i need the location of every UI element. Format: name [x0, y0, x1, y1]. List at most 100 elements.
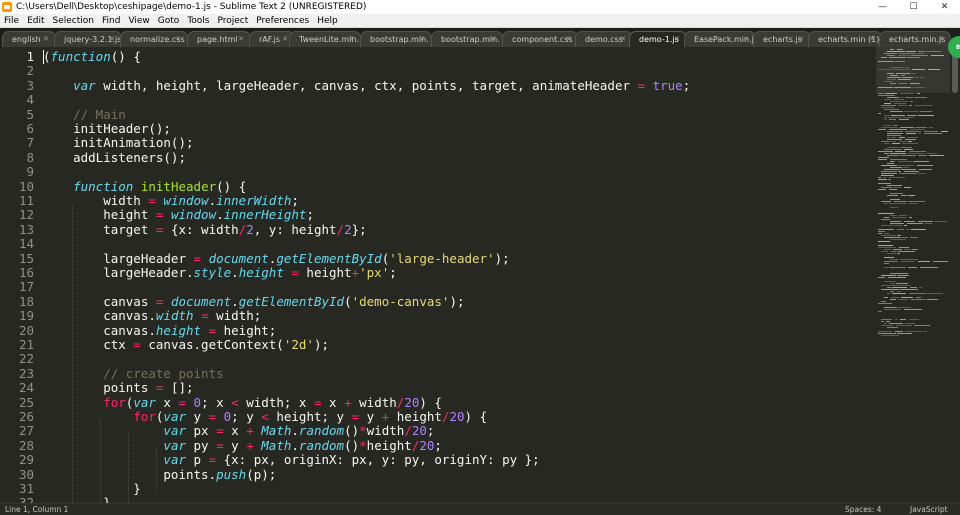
minimap-stroke [884, 81, 893, 82]
close-tab-icon[interactable]: ✕ [282, 35, 288, 44]
tab-echarts-min-1[interactable]: echarts.min (1) ✕ [808, 31, 882, 47]
minimap-stroke [898, 161, 912, 162]
minimap-stroke [893, 125, 898, 126]
vertical-scrollbar[interactable] [950, 47, 960, 503]
menu-tools[interactable]: Tools [183, 14, 213, 28]
minimap-stroke [897, 275, 909, 276]
close-tab-icon[interactable]: ✕ [938, 35, 944, 44]
code-token: height [238, 265, 284, 280]
tab-tweenlite[interactable]: TweenLite.min. ✕ [289, 31, 361, 47]
minimap-stroke [887, 155, 899, 156]
close-tab-icon[interactable]: ✕ [419, 35, 425, 44]
menu-selection[interactable]: Selection [49, 14, 98, 28]
tab-normalize[interactable]: normalize.css ✕ [120, 31, 188, 47]
close-tab-icon[interactable]: ✕ [620, 35, 626, 44]
tab-easepack[interactable]: EasePack.min.j ✕ [684, 31, 756, 47]
menu-find[interactable]: Find [98, 14, 124, 28]
code-line: var py = y + Math.random()*height/20; [43, 438, 442, 453]
scrollbar-thumb[interactable] [952, 53, 958, 93]
code-token: function [50, 49, 111, 64]
close-tab-icon[interactable]: ✕ [348, 35, 354, 44]
code-token: width, height, largeHeader, canvas, ctx,… [95, 77, 638, 93]
close-tab-icon[interactable]: ✕ [43, 35, 49, 44]
minimap-stroke [927, 293, 943, 294]
close-tab-icon[interactable]: ✕ [565, 35, 571, 44]
minimap-stroke [914, 97, 927, 98]
minimap-stroke [884, 109, 899, 110]
line-number: 25 [18, 394, 34, 410]
minimap-stroke [878, 179, 887, 180]
minimap-stroke [904, 309, 922, 310]
minimap-stroke [881, 235, 896, 236]
minimap-stroke [900, 97, 904, 98]
close-tab-icon[interactable]: ✕ [175, 35, 181, 44]
menu-file[interactable]: File [0, 14, 23, 28]
minimap-stroke [899, 173, 917, 174]
code-view[interactable]: (function() { var width, height, largeHe… [42, 47, 872, 503]
code-token: () { [216, 178, 247, 194]
code-line: initAnimation(); [43, 136, 193, 150]
code-token: getElementById [276, 250, 382, 266]
minimap-stroke [907, 223, 923, 224]
tab-bootstrap-2[interactable]: bootstrap.min. ✕ [431, 31, 503, 47]
line-number: 29 [18, 452, 34, 468]
code-token: 20 [404, 394, 420, 410]
minimap-stroke [887, 55, 895, 56]
close-tab-icon[interactable]: ✕ [798, 35, 804, 44]
menu-goto[interactable]: Goto [154, 14, 184, 28]
close-icon[interactable]: ✕ [929, 0, 960, 14]
tab-echarts-js[interactable]: echarts.js ✕ [753, 31, 811, 47]
line-number: 5 [26, 106, 34, 122]
close-tab-icon[interactable]: ✕ [238, 35, 244, 44]
code-token: height [43, 207, 156, 223]
code-token: innerWidth [216, 193, 292, 208]
minimap-stroke [905, 67, 909, 68]
code-token: = [351, 409, 360, 424]
line-number: 19 [18, 308, 34, 324]
minimap-stroke [889, 119, 896, 120]
menu-view[interactable]: View [124, 14, 153, 28]
minimap-stroke [894, 99, 904, 100]
indentation-setting[interactable]: Spaces: 4 [845, 504, 881, 515]
code-token: / [336, 221, 345, 237]
menu-help[interactable]: Help [313, 14, 342, 28]
minimap-stroke [884, 257, 894, 258]
minimap-stroke [897, 49, 903, 50]
minimap[interactable] [876, 47, 950, 503]
tab-echarts-min-js[interactable]: echarts.min.js ✕ [879, 31, 951, 47]
editor-area[interactable]: 1 2 3 4 5 6 7 8 9 10 11 12 13 14 15 16 17 18 19 20 21 22 23 24 2… [0, 47, 960, 503]
code-token: canvas. [43, 308, 156, 324]
close-tab-icon[interactable]: ✕ [109, 35, 115, 44]
menu-project[interactable]: Project [213, 14, 252, 28]
close-tab-icon[interactable]: ✕ [490, 35, 496, 44]
minimap-stroke [881, 321, 884, 322]
minimap-stroke [885, 93, 897, 94]
code-line: var p = {x: px, originX: px, y: py, orig… [43, 452, 539, 467]
line-number: 22 [18, 351, 34, 367]
minimap-stroke [925, 223, 932, 224]
minimap-stroke [918, 115, 934, 116]
close-tab-icon[interactable]: ✕ [869, 35, 875, 44]
minimap-stroke [884, 99, 891, 100]
code-token: y [359, 409, 382, 424]
tab-demo-css[interactable]: demo.css ✕ [575, 31, 633, 47]
code-token: 'demo-canvas' [351, 293, 450, 309]
minimize-icon[interactable]: — [867, 0, 898, 14]
syntax-selector[interactable]: JavaScript [910, 504, 948, 515]
menu-preferences[interactable]: Preferences [252, 14, 313, 28]
line-number: 8 [26, 149, 34, 165]
code-token: = [208, 409, 217, 424]
tab-component-css[interactable]: component.css ✕ [502, 31, 578, 47]
minimap-stroke [911, 229, 926, 230]
tab-english[interactable]: english ✕ [2, 31, 56, 47]
tab-demo-1-js[interactable]: demo-1.js ✕ [629, 31, 687, 47]
close-tab-icon[interactable]: ✕ [674, 35, 680, 44]
close-tab-icon[interactable]: ✕ [743, 35, 749, 44]
tab-jquery[interactable]: jquery-3.2.1.js ✕ [54, 31, 122, 47]
menu-edit[interactable]: Edit [23, 14, 48, 28]
tab-page-html[interactable]: page.html ✕ [187, 31, 251, 47]
code-token: var [163, 423, 186, 439]
tab-bootstrap-1[interactable]: bootstrap.min. ✕ [360, 31, 432, 47]
code-token: = [201, 308, 209, 324]
maximize-icon[interactable]: ☐ [898, 0, 929, 14]
